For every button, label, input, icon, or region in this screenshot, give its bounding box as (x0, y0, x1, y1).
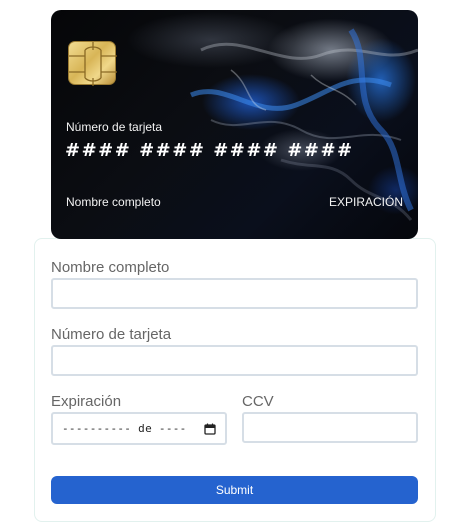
card-holder-name: Nombre completo (66, 195, 161, 209)
expiration-label: Expiración (51, 393, 122, 410)
card-number-label: Número de tarjeta (66, 120, 163, 134)
card-number-display: #### #### #### #### (65, 140, 354, 161)
credit-card-preview: Número de tarjeta #### #### #### #### No… (51, 10, 418, 239)
chip-icon (68, 41, 117, 86)
full-name-input[interactable] (51, 278, 418, 309)
calendar-icon[interactable] (204, 422, 216, 440)
card-number-field-label: Número de tarjeta (51, 326, 172, 343)
submit-button[interactable]: Submit (51, 476, 418, 504)
expiration-date-value: ---------- de ---- (62, 422, 187, 435)
name-label: Nombre completo (51, 259, 170, 276)
card-number-input[interactable] (51, 345, 418, 376)
ccv-label: CCV (242, 393, 274, 410)
ccv-input[interactable] (242, 412, 418, 443)
card-expiration: EXPIRACIÓN (328, 195, 403, 209)
expiration-date-input[interactable]: ---------- de ---- (51, 412, 227, 445)
